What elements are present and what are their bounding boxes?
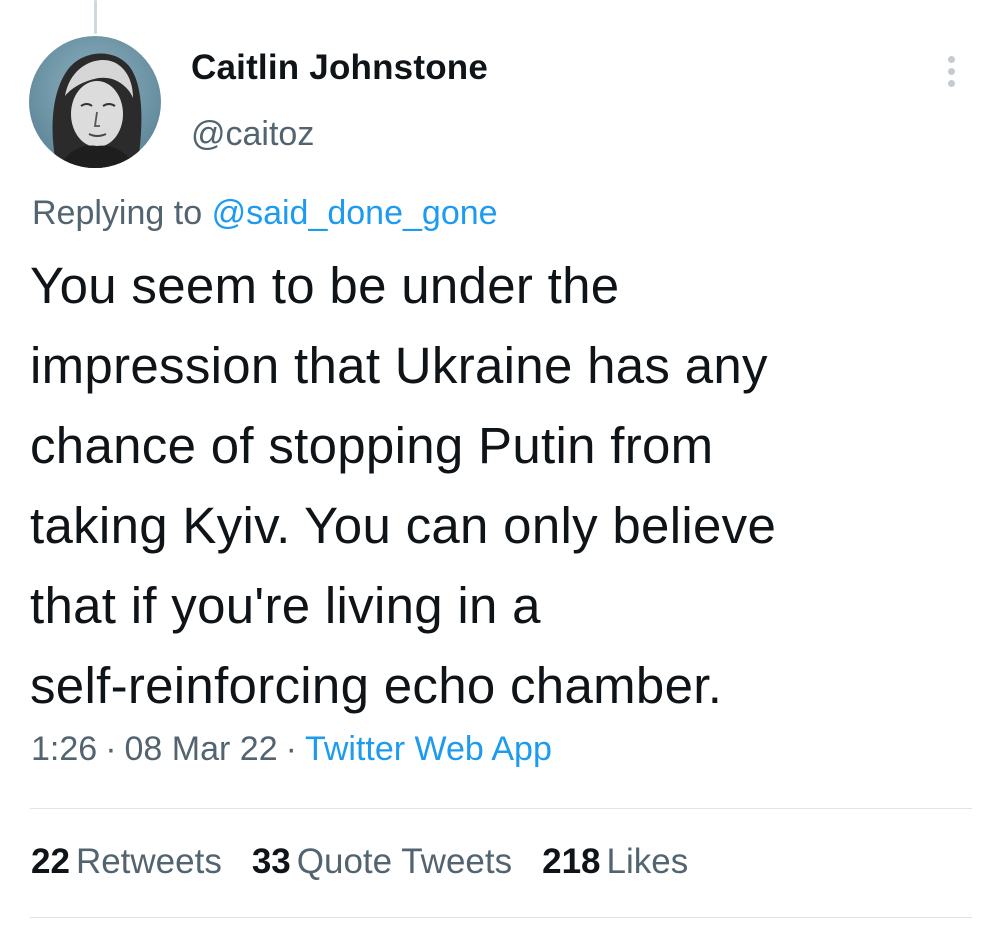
more-dot [948, 68, 955, 75]
retweets-label: Retweets [75, 842, 222, 881]
author-handle[interactable]: @caitoz [191, 115, 314, 154]
retweets-count: 22 [31, 842, 70, 881]
quote-tweets-label: Quote Tweets [296, 842, 513, 881]
likes-label: Likes [606, 842, 689, 881]
quote-tweets-count: 33 [251, 842, 291, 881]
avatar-portrait-image [29, 36, 161, 168]
replying-to-line: Replying to @said_done_gone [32, 194, 498, 233]
retweets-stat[interactable]: 22 Retweets [31, 842, 222, 882]
likes-count: 218 [542, 842, 601, 881]
divider [30, 917, 972, 918]
more-dot [948, 80, 955, 87]
more-options-icon[interactable] [935, 52, 969, 92]
reply-to-handle-link[interactable]: @said_done_gone [212, 194, 498, 232]
tweet-stats: 22 Retweets 33 Quote Tweets 218 Likes [31, 842, 688, 882]
more-dot [948, 56, 955, 63]
meta-separator: · [285, 730, 297, 768]
author-name[interactable]: Caitlin Johnstone [191, 48, 488, 88]
quote-tweets-stat[interactable]: 33 Quote Tweets [252, 842, 512, 882]
avatar[interactable] [29, 36, 161, 168]
likes-stat[interactable]: 218 Likes [542, 842, 688, 882]
tweet-time[interactable]: 1:26 [31, 730, 97, 768]
tweet-source-link[interactable]: Twitter Web App [305, 730, 552, 768]
tweet-date[interactable]: 08 Mar 22 [125, 730, 278, 768]
replying-to-label: Replying to [32, 194, 203, 232]
tweet-meta: 1:26 · 08 Mar 22 · Twitter Web App [31, 730, 552, 769]
thread-connector-line [94, 0, 97, 34]
divider [30, 808, 972, 809]
meta-separator: · [105, 730, 117, 768]
tweet-text: You seem to be under the impression that… [30, 257, 777, 714]
